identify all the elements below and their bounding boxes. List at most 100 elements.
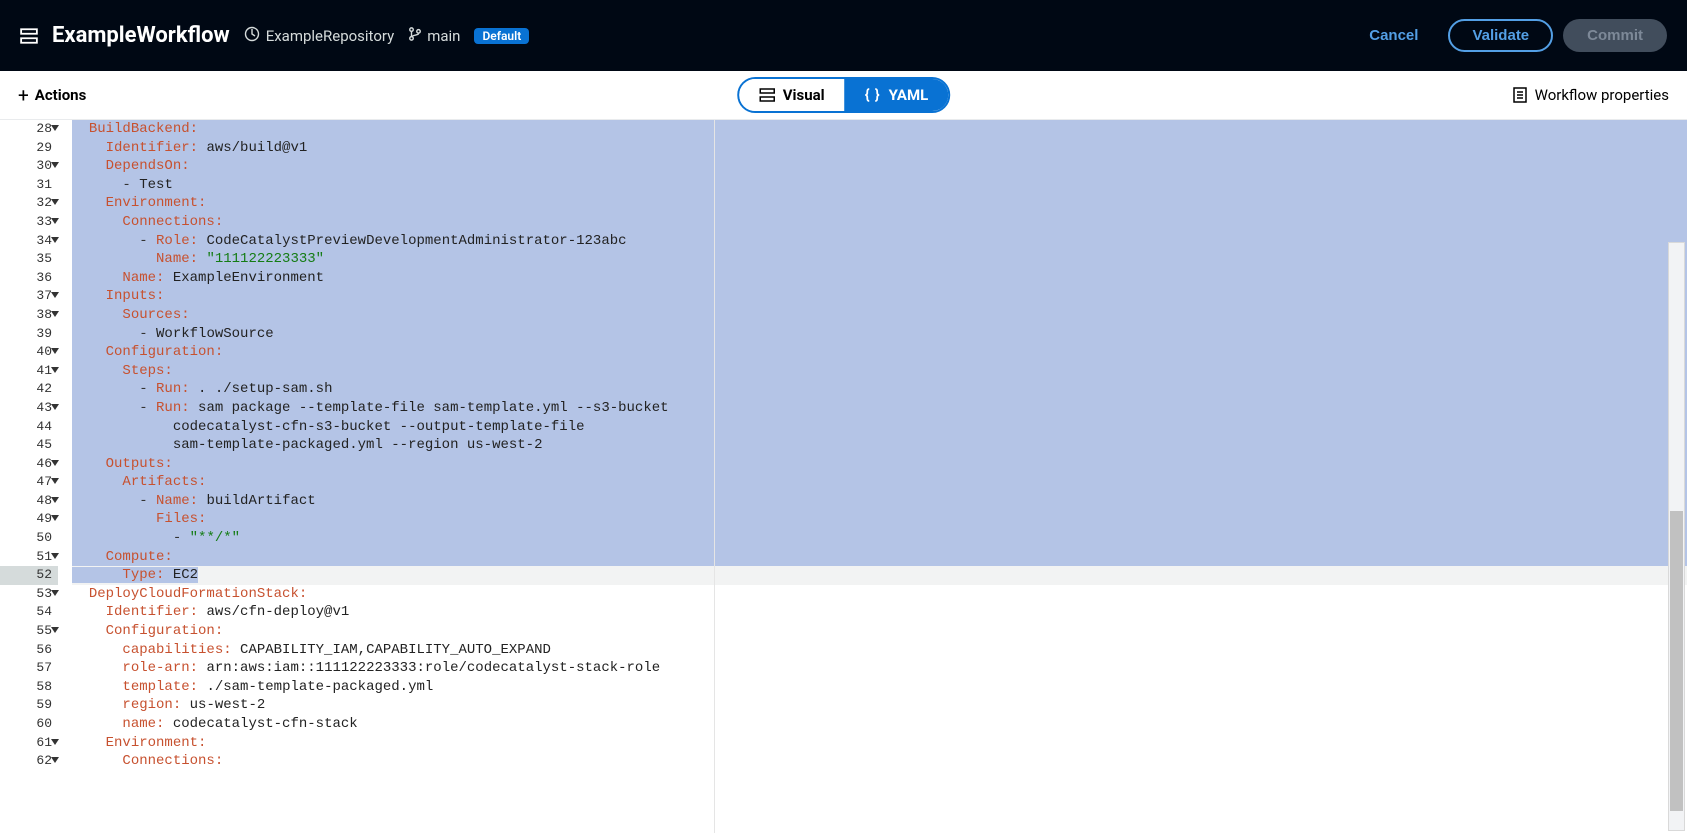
plus-icon: + xyxy=(18,84,29,107)
code-line[interactable]: Artifacts: xyxy=(72,473,1687,492)
code-line[interactable]: - Run: . ./setup-sam.sh xyxy=(72,380,1687,399)
commit-button[interactable]: Commit xyxy=(1563,19,1667,52)
code-line[interactable]: capabilities: CAPABILITY_IAM,CAPABILITY_… xyxy=(72,641,1687,660)
add-actions-label: Actions xyxy=(35,86,87,104)
line-number: 42 xyxy=(0,380,58,399)
code-line[interactable]: DependsOn: xyxy=(72,157,1687,176)
code-area[interactable]: BuildBackend: Identifier: aws/build@v1 D… xyxy=(58,120,1687,833)
line-number: 40 xyxy=(0,343,58,362)
tab-visual-label: Visual xyxy=(783,86,825,104)
cancel-button[interactable]: Cancel xyxy=(1349,21,1438,50)
code-line[interactable]: sam-template-packaged.yml --region us-we… xyxy=(72,436,1687,455)
line-number: 38 xyxy=(0,306,58,325)
workflow-icon xyxy=(20,27,38,45)
line-number: 39 xyxy=(0,325,58,344)
tab-yaml-label: YAML xyxy=(889,86,929,104)
header-right: Cancel Validate Commit xyxy=(1349,19,1667,52)
repository-indicator[interactable]: ExampleRepository xyxy=(244,26,395,46)
validate-button[interactable]: Validate xyxy=(1448,19,1553,52)
line-number: 46 xyxy=(0,455,58,474)
code-line[interactable]: Steps: xyxy=(72,362,1687,381)
code-line[interactable]: Name: ExampleEnvironment xyxy=(72,269,1687,288)
code-line[interactable]: Outputs: xyxy=(72,455,1687,474)
add-actions-button[interactable]: + Actions xyxy=(18,84,86,107)
code-line[interactable]: - "**/*" xyxy=(72,529,1687,548)
line-number: 41 xyxy=(0,362,58,381)
code-line[interactable]: - Role: CodeCatalystPreviewDevelopmentAd… xyxy=(72,232,1687,251)
code-line[interactable]: template: ./sam-template-packaged.yml xyxy=(72,678,1687,697)
line-number: 50 xyxy=(0,529,58,548)
code-line[interactable]: Files: xyxy=(72,510,1687,529)
code-line[interactable]: Sources: xyxy=(72,306,1687,325)
view-toggle: Visual YAML xyxy=(737,77,951,113)
line-number: 28 xyxy=(0,120,58,139)
code-line[interactable]: DeployCloudFormationStack: xyxy=(72,585,1687,604)
editor-toolbar: + Actions Visual YAML Workflo xyxy=(0,71,1687,120)
tab-yaml[interactable]: YAML xyxy=(845,79,949,111)
line-number: 48 xyxy=(0,492,58,511)
code-line[interactable]: Type: EC2 xyxy=(72,566,1687,585)
line-number: 34 xyxy=(0,232,58,251)
code-line[interactable]: BuildBackend: xyxy=(72,120,1687,139)
line-number: 60 xyxy=(0,715,58,734)
line-number: 44 xyxy=(0,418,58,437)
line-number: 52 xyxy=(0,566,58,585)
branch-name: main xyxy=(427,27,460,45)
print-margin xyxy=(714,120,715,833)
code-line[interactable]: Name: "111122223333" xyxy=(72,250,1687,269)
branch-indicator[interactable]: main xyxy=(408,27,460,45)
vertical-scrollbar[interactable] xyxy=(1668,242,1685,831)
tab-visual[interactable]: Visual xyxy=(739,79,845,111)
line-number: 31 xyxy=(0,176,58,195)
code-line[interactable]: Compute: xyxy=(72,548,1687,567)
branch-icon xyxy=(408,27,422,45)
line-number: 58 xyxy=(0,678,58,697)
line-number: 51 xyxy=(0,548,58,567)
code-line[interactable]: Inputs: xyxy=(72,287,1687,306)
code-line[interactable]: role-arn: arn:aws:iam::111122223333:role… xyxy=(72,659,1687,678)
line-number: 55 xyxy=(0,622,58,641)
code-line[interactable]: Configuration: xyxy=(72,622,1687,641)
workflow-properties-button[interactable]: Workflow properties xyxy=(1512,86,1669,104)
code-line[interactable]: - Name: buildArtifact xyxy=(72,492,1687,511)
scrollbar-thumb[interactable] xyxy=(1670,511,1683,811)
repository-icon xyxy=(244,26,260,46)
code-line[interactable]: name: codecatalyst-cfn-stack xyxy=(72,715,1687,734)
line-number: 30 xyxy=(0,157,58,176)
repository-name: ExampleRepository xyxy=(266,27,395,45)
line-number: 45 xyxy=(0,436,58,455)
code-line[interactable]: - Test xyxy=(72,176,1687,195)
code-braces-icon xyxy=(865,88,881,102)
header-left: ExampleWorkflow ExampleRepository main D… xyxy=(20,23,529,48)
line-number: 29 xyxy=(0,139,58,158)
line-number: 61 xyxy=(0,734,58,753)
code-line[interactable]: Environment: xyxy=(72,194,1687,213)
code-line[interactable]: - WorkflowSource xyxy=(72,325,1687,344)
app-header: ExampleWorkflow ExampleRepository main D… xyxy=(0,0,1687,71)
code-line[interactable]: Identifier: aws/cfn-deploy@v1 xyxy=(72,603,1687,622)
code-line[interactable]: Connections: xyxy=(72,213,1687,232)
line-number: 32 xyxy=(0,194,58,213)
line-number: 62 xyxy=(0,752,58,771)
line-number: 47 xyxy=(0,473,58,492)
code-line[interactable]: - Run: sam package --template-file sam-t… xyxy=(72,399,1687,418)
code-line[interactable]: Environment: xyxy=(72,734,1687,753)
line-number: 37 xyxy=(0,287,58,306)
line-number: 35 xyxy=(0,250,58,269)
line-number: 53 xyxy=(0,585,58,604)
visual-icon xyxy=(759,88,775,102)
line-gutter: 2829303132333435363738394041424344454647… xyxy=(0,120,58,833)
line-number: 36 xyxy=(0,269,58,288)
yaml-editor[interactable]: 2829303132333435363738394041424344454647… xyxy=(0,120,1687,833)
default-badge: Default xyxy=(474,28,529,44)
line-number: 56 xyxy=(0,641,58,660)
line-number: 33 xyxy=(0,213,58,232)
properties-icon xyxy=(1512,87,1528,103)
code-line[interactable]: Configuration: xyxy=(72,343,1687,362)
line-number: 54 xyxy=(0,603,58,622)
code-line[interactable]: Identifier: aws/build@v1 xyxy=(72,139,1687,158)
code-line[interactable]: Connections: xyxy=(72,752,1687,771)
line-number: 49 xyxy=(0,510,58,529)
code-line[interactable]: codecatalyst-cfn-s3-bucket --output-temp… xyxy=(72,418,1687,437)
code-line[interactable]: region: us-west-2 xyxy=(72,696,1687,715)
